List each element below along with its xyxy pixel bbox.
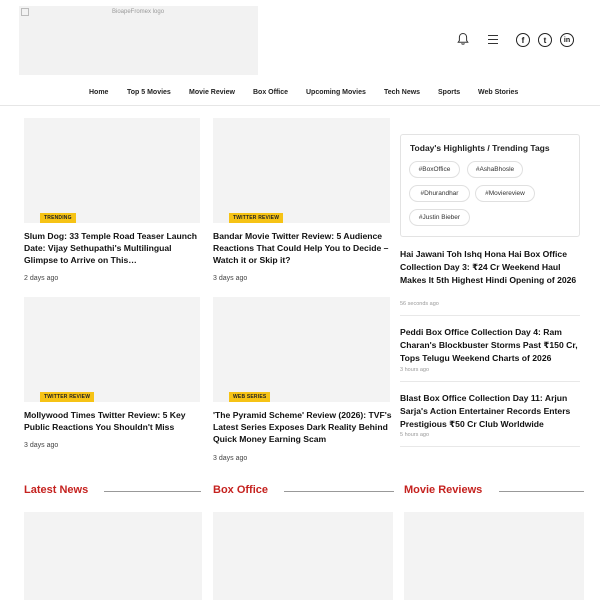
card-thumbnail[interactable] [404,512,584,600]
sidebar-story-time: 56 seconds ago [400,301,439,307]
sidebar-story-title[interactable]: Blast Box Office Collection Day 11: Arju… [400,392,578,431]
sidebar-divider [400,446,580,447]
nav-item-movie-review[interactable]: Movie Review [189,89,235,96]
section-title-movie-reviews[interactable]: Movie Reviews [404,484,482,496]
card-time: 3 days ago [24,442,59,449]
facebook-icon[interactable]: f [516,33,530,47]
trend-tag[interactable]: #Moviereview [475,185,535,202]
sidebar-story-title[interactable]: Hai Jawani Toh Ishq Hona Hai Box Office … [400,248,578,287]
trending-heading: Today's Highlights / Trending Tags [410,143,550,153]
card-thumbnail[interactable] [24,512,202,600]
trending-tags-box: Today's Highlights / Trending Tags #BoxO… [400,134,580,237]
card-title[interactable]: Bandar Movie Twitter Review: 5 Audience … [213,230,393,266]
nav-item-sports[interactable]: Sports [438,89,460,96]
nav-item-web-stories[interactable]: Web Stories [478,89,518,96]
nav-item-home[interactable]: Home [89,89,108,96]
nav-item-upcoming-movies[interactable]: Upcoming Movies [306,89,366,96]
section-divider [284,491,394,492]
nav-item-box-office[interactable]: Box Office [253,89,288,96]
nav-item-top-5-movies[interactable]: Top 5 Movies [127,89,171,96]
section-title-latest-news[interactable]: Latest News [24,484,88,496]
card-title[interactable]: Mollywood Times Twitter Review: 5 Key Pu… [24,409,200,433]
card-thumbnail[interactable] [213,512,393,600]
nav-item-tech-news[interactable]: Tech News [384,89,420,96]
menu-icon[interactable] [488,35,498,44]
sidebar-divider [400,381,580,382]
card-thumbnail[interactable] [24,297,200,402]
broken-image-icon [21,8,29,16]
card-tag[interactable]: Web Series [229,392,271,402]
logo-alt-text: BioapeFromex logo [112,9,165,15]
card-time: 3 days ago [213,455,248,462]
section-divider [104,491,201,492]
site-logo[interactable]: BioapeFromex logo [19,6,258,75]
card-tag[interactable]: Twitter Review [229,213,284,223]
trend-tag[interactable]: #Justin Bieber [409,209,470,226]
section-divider [499,491,584,492]
trend-tag[interactable]: #Dhurandhar [409,185,470,202]
card-thumbnail[interactable] [24,118,200,223]
section-title-box-office[interactable]: Box Office [213,484,268,496]
bell-icon[interactable] [457,32,469,46]
trend-tag[interactable]: #AshaBhosle [467,161,523,178]
card-tag[interactable]: Twitter Review [40,392,95,402]
site-header: BioapeFromex logo f t in Home Top 5 Movi… [0,0,600,106]
sidebar-story-time: 3 hours ago [400,367,430,373]
card-title[interactable]: 'The Pyramid Scheme' Review (2026): TVF'… [213,409,393,445]
card-thumbnail[interactable] [213,297,390,402]
linkedin-icon[interactable]: in [560,33,574,47]
sidebar-story-title[interactable]: Peddi Box Office Collection Day 4: Ram C… [400,326,578,365]
card-title[interactable]: Slum Dog: 33 Temple Road Teaser Launch D… [24,230,200,266]
card-time: 3 days ago [213,275,248,282]
twitter-icon[interactable]: t [538,33,552,47]
main-nav: Home Top 5 Movies Movie Review Box Offic… [0,89,600,103]
trend-tag[interactable]: #BoxOffice [409,161,460,178]
sidebar-divider [400,315,580,316]
card-tag[interactable]: Trending [40,213,76,223]
sidebar-story-time: 5 hours ago [400,432,430,438]
card-time: 2 days ago [24,275,59,282]
card-thumbnail[interactable] [213,118,390,223]
